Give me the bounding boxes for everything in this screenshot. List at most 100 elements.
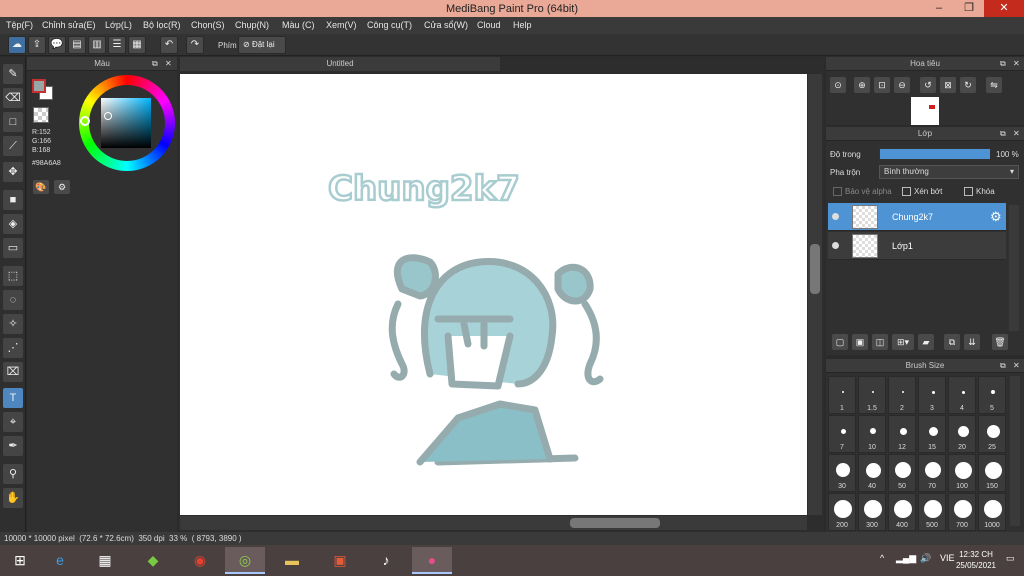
brush-size-option[interactable]: 1	[828, 376, 856, 414]
menu-file[interactable]: Tệp(F)	[6, 20, 33, 30]
brush-size-option[interactable]: 70	[918, 454, 946, 492]
visibility-icon[interactable]	[832, 242, 839, 249]
list-icon[interactable]: ☰	[108, 36, 126, 54]
transparent-color-swatch[interactable]	[33, 107, 49, 123]
menu-cloud[interactable]: Cloud	[477, 20, 501, 30]
grid-icon[interactable]: ▦	[128, 36, 146, 54]
undock-icon[interactable]: ⧉	[1000, 57, 1006, 71]
notification-icon[interactable]: ▭	[1006, 553, 1015, 564]
reset-button[interactable]: ⊘ Đặt lại	[238, 36, 286, 54]
opacity-slider[interactable]	[879, 148, 991, 160]
brush-size-option[interactable]: 150	[978, 454, 1006, 492]
app-grid-icon[interactable]: ▦	[85, 547, 125, 574]
magic-wand-tool-icon[interactable]: ✧	[3, 314, 23, 334]
brush-size-option[interactable]: 500	[918, 493, 946, 531]
hand-tool-icon[interactable]: ✋	[3, 488, 23, 508]
brush-size-option[interactable]: 7	[828, 415, 856, 453]
menu-select[interactable]: Chọn(S)	[191, 20, 225, 30]
menu-window[interactable]: Cửa sổ(W)	[424, 20, 468, 30]
lasso-tool-icon[interactable]: ◌	[3, 290, 23, 310]
flip-icon[interactable]: ⇋	[986, 77, 1002, 93]
gradient-tool-icon[interactable]: ▭	[3, 238, 23, 258]
zoom-in-icon[interactable]: ⊕	[854, 77, 870, 93]
brush-size-option[interactable]: 30	[828, 454, 856, 492]
move-tool-icon[interactable]: ✥	[3, 162, 23, 182]
folder-icon[interactable]: ▰	[918, 334, 934, 350]
horizontal-scrollbar[interactable]	[180, 516, 807, 530]
zoom-out-icon[interactable]: ⊖	[894, 77, 910, 93]
select-eraser-tool-icon[interactable]: ⌧	[3, 362, 23, 382]
brush-size-option[interactable]: 2	[888, 376, 916, 414]
add-layer-menu-icon[interactable]: ⊞▾	[892, 334, 914, 350]
tray-chevron-icon[interactable]: ^	[880, 553, 884, 563]
document-icon[interactable]: ▥	[88, 36, 106, 54]
internet-explorer-icon[interactable]: e	[40, 547, 80, 574]
brush-size-option[interactable]: 10	[858, 415, 886, 453]
brush-size-option[interactable]: 20	[948, 415, 976, 453]
protect-alpha-checkbox[interactable]	[833, 187, 842, 196]
brush-size-option[interactable]: 4	[948, 376, 976, 414]
drawing-canvas[interactable]: Chung2k7	[180, 74, 807, 515]
chrome-icon[interactable]: ◉	[180, 547, 220, 574]
gear-icon[interactable]: ⚙	[990, 209, 1002, 225]
menu-tools[interactable]: Công cụ(T)	[367, 20, 412, 30]
panel-close-icon[interactable]: ✕	[165, 57, 172, 71]
layer-row-lop1[interactable]: Lớp1	[828, 232, 1006, 260]
brush-tool-icon[interactable]: ✎	[3, 64, 23, 84]
menu-view[interactable]: Xem(V)	[326, 20, 357, 30]
fit-icon[interactable]: ⊡	[874, 77, 890, 93]
saturation-value-square[interactable]	[101, 98, 151, 148]
brush-size-option[interactable]: 400	[888, 493, 916, 531]
undo-icon[interactable]: ↶	[160, 36, 178, 54]
palette-add-icon[interactable]: ⚙	[54, 180, 70, 194]
lock-checkbox[interactable]	[964, 187, 973, 196]
brush-size-option[interactable]: 50	[888, 454, 916, 492]
language-indicator[interactable]: VIE	[940, 553, 955, 563]
chat-icon[interactable]: ▤	[68, 36, 86, 54]
brush-size-option[interactable]: 12	[888, 415, 916, 453]
brush-size-option[interactable]: 3	[918, 376, 946, 414]
layer-row-chung2k7[interactable]: Chung2k7 ⚙	[828, 203, 1006, 231]
layer-scrollbar[interactable]	[1009, 205, 1019, 331]
menu-filter[interactable]: Bộ lọc(R)	[143, 20, 181, 30]
maximize-button[interactable]: ❐	[954, 0, 984, 17]
vertical-scrollbar[interactable]	[808, 74, 822, 515]
panel-close-icon[interactable]: ✕	[1013, 127, 1020, 141]
cloud-icon[interactable]: ☁	[8, 36, 26, 54]
file-explorer-icon[interactable]: ▬	[272, 547, 312, 574]
network-icon[interactable]: ▂▄▆	[896, 553, 916, 564]
new-halftone-layer-icon[interactable]: ▣	[852, 334, 868, 350]
palette-icon[interactable]: 🎨	[33, 180, 49, 194]
menu-edit[interactable]: Chỉnh sửa(E)	[42, 20, 96, 30]
menu-layer[interactable]: Lớp(L)	[105, 20, 132, 30]
brush-size-option[interactable]: 25	[978, 415, 1006, 453]
menu-help[interactable]: Help	[513, 20, 532, 30]
windows-start-icon[interactable]: ⊞	[0, 547, 40, 574]
powerpoint-icon[interactable]: ▣	[320, 547, 360, 574]
zoom-icon[interactable]: ⊙	[830, 77, 846, 93]
panel-close-icon[interactable]: ✕	[1013, 57, 1020, 71]
undock-icon[interactable]: ⧉	[152, 57, 158, 71]
blend-mode-select[interactable]: Bình thường ▾	[879, 165, 1019, 179]
undock-icon[interactable]: ⧉	[1000, 127, 1006, 141]
select-rect-tool-icon[interactable]: ⬚	[3, 266, 23, 286]
hue-knob[interactable]	[80, 116, 90, 126]
foreground-color-swatch[interactable]	[32, 79, 46, 93]
close-button[interactable]: ✕	[984, 0, 1024, 17]
rotate-left-icon[interactable]: ↺	[920, 77, 936, 93]
pen-tool-icon[interactable]: ✒	[3, 436, 23, 456]
rotate-right-icon[interactable]: ↻	[960, 77, 976, 93]
brush-size-option[interactable]: 200	[828, 493, 856, 531]
select-pen-tool-icon[interactable]: ⋰	[3, 338, 23, 358]
brush-size-option[interactable]: 5	[978, 376, 1006, 414]
brush-scrollbar[interactable]	[1010, 376, 1020, 526]
menu-color[interactable]: Màu (C)	[282, 20, 315, 30]
redo-icon[interactable]: ↷	[186, 36, 204, 54]
tiktok-icon[interactable]: ♪	[366, 547, 406, 574]
eyedropper-tool-icon[interactable]: ⚲	[3, 464, 23, 484]
volume-icon[interactable]: 🔊	[920, 553, 931, 564]
undock-icon[interactable]: ⧉	[1000, 359, 1006, 373]
medibang-icon[interactable]: ●	[412, 547, 452, 574]
navigator-thumbnail[interactable]	[911, 97, 939, 125]
clipping-checkbox[interactable]	[902, 187, 911, 196]
